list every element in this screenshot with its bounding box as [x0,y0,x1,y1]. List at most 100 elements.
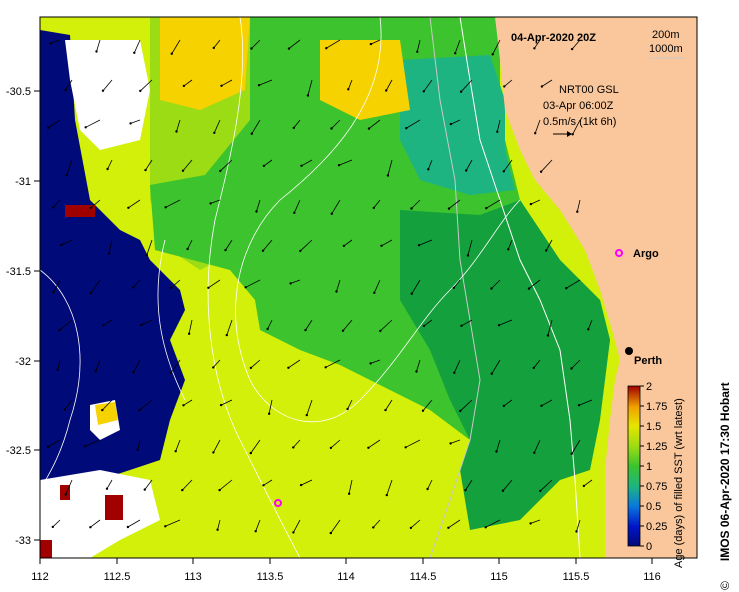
current-arrow-head [324,366,327,369]
current-arrow-head [453,371,456,374]
current-arrow-head [289,282,292,285]
current-arrow-head [384,408,387,412]
colorbar-tick-label: 1.75 [646,401,667,413]
colorbar-tick-label: 1 [646,461,652,473]
current-arrow-head [266,327,269,331]
current-arrow-head [546,334,550,337]
x-tick-label: 116 [643,571,661,583]
current-arrow-head [212,366,215,369]
current-arrow-head [501,489,505,492]
colorbar-label: Age (days) of filled SST (wrt latest) [673,398,685,568]
current-arrow-head [385,493,388,497]
current-arrow-head [102,324,105,327]
current-arrow-head [490,372,493,375]
current-arrow-head [244,286,247,289]
credit-text: IMOS 06-Apr-2020 17:30 Hobart [718,382,732,562]
current-arrow-head [421,409,425,412]
current-arrow-head [181,169,185,172]
current-arrow-head [495,450,498,453]
y-tick-label: -33 [15,535,31,547]
current-arrow-head [346,407,349,411]
current-arrow-head [132,286,135,289]
colorbar-tick-label: 0.75 [646,481,667,493]
current-arrow-head [262,484,265,487]
x-tick-label: 112 [31,571,49,583]
current-arrow-head [292,531,295,534]
current-arrow-head [255,210,258,213]
current-arrow-head [144,168,147,172]
current-arrow-head [145,253,148,257]
current-arrow-head [174,450,177,453]
current-arrow-head [587,328,590,331]
current-arrow-head [182,84,186,88]
colorbar-tick-label: 2 [646,381,652,393]
current-arrow-head [372,526,375,529]
current-arrow-head [342,244,346,248]
current-arrow-head [306,94,310,97]
current-arrow-head [218,488,221,492]
current-arrow-head [52,291,55,294]
current-arrow-head [529,202,533,206]
current-arrow-head [169,371,172,375]
current-arrow-head [507,248,510,251]
x-tick-label: 115.5 [563,571,590,583]
colorbar-tick-label: 0.25 [646,521,667,533]
sst-age-map: 112 112.5 113 113.5 114 114.5 115 115.5 116 -30.… [6,16,698,583]
current-arrow-head [143,488,146,491]
current-arrow-head [129,122,132,125]
current-arrow-head [250,132,253,135]
current-arrow-head [410,207,413,210]
current-arrow-head [484,526,487,529]
current-arrow-head [449,442,452,445]
current-arrow-head [329,531,332,535]
current-arrow-head [64,493,67,496]
current-arrow-head [49,42,52,45]
current-arrow-head [373,291,376,294]
current-arrow-head [126,525,130,529]
current-arrow-head [224,248,227,252]
current-arrow-head [249,366,253,370]
current-arrow-head [459,409,462,413]
y-tick-label: -31 [15,176,31,188]
current-arrow-head [570,367,573,370]
current-arrow-head [107,252,111,255]
isobath-legend-200m: 200m [652,29,680,41]
current-arrow-head [261,249,265,252]
current-arrow-head [292,446,295,449]
current-arrow-head [533,47,536,50]
current-arrow-head [464,488,467,492]
current-arrow-head [447,207,451,210]
current-arrow-head [447,526,450,529]
current-arrow-head [59,243,63,247]
current-arrow-head [529,522,532,525]
current-arrow-head [385,89,388,92]
current-arrow-head [164,206,167,209]
current-arrow-head [56,368,59,371]
current-arrow-head [219,169,222,173]
current-arrow-head [213,131,216,134]
current-arrow-head [582,484,586,488]
current-arrow-head [539,170,543,173]
current-arrow-head [216,528,219,531]
current-arrow-head [490,287,493,290]
current-arrow-head [417,244,421,247]
current-arrow-head [139,89,142,93]
current-arrow-head [341,329,345,332]
current-legend-time: 03-Apr 06:00Z [543,100,614,112]
current-arrow-head [545,249,548,252]
current-arrow-head [287,366,290,369]
x-tick-label: 115 [490,571,508,583]
current-arrow-head [304,328,307,332]
current-arrow-head [570,47,574,51]
x-tick-label: 114 [337,571,355,583]
current-arrow-head [575,530,578,533]
current-arrow-head [209,202,212,205]
current-arrow-head [565,287,568,290]
current-arrow-head [325,47,328,50]
current-arrow-head [347,492,351,495]
current-arrow-head [422,324,426,328]
current-arrow-head [330,127,333,130]
current-arrow-head [58,328,61,332]
current-arrow-head [386,174,390,177]
current-arrow-head [262,164,266,168]
